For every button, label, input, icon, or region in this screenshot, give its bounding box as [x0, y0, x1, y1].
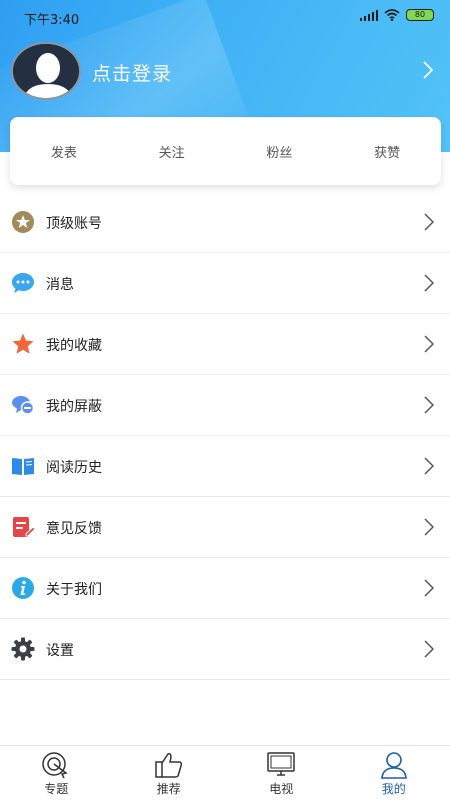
avatar[interactable]	[11, 42, 81, 100]
menu-item-blocked[interactable]: 我的屏蔽	[0, 375, 450, 436]
bottom-tab-bar: 专题 推荐 电视 我的	[0, 745, 450, 800]
menu-item-reading-history[interactable]: 阅读历史	[0, 436, 450, 497]
chevron-right-icon[interactable]	[422, 60, 434, 80]
tv-icon	[267, 752, 295, 776]
chevron-right-icon	[424, 335, 434, 353]
status-icons: 80	[360, 9, 434, 21]
tab-mine[interactable]: 我的	[338, 746, 450, 800]
chevron-right-icon	[424, 396, 434, 414]
menu-item-feedback[interactable]: 意见反馈	[0, 497, 450, 558]
menu-label: 消息	[46, 277, 74, 293]
stat-likes[interactable]: 获赞	[333, 142, 441, 161]
menu-label: 意见反馈	[46, 521, 102, 537]
status-bar: 下午3:40 80	[0, 0, 450, 34]
menu-label: 关于我们	[46, 582, 102, 598]
tab-topics[interactable]: 专题	[0, 746, 113, 800]
block-chat-icon	[12, 396, 35, 415]
menu-label: 设置	[46, 643, 74, 659]
chevron-right-icon	[424, 640, 434, 658]
tab-label: 我的	[381, 782, 406, 796]
menu-item-settings[interactable]: 设置	[0, 619, 450, 680]
status-time: 下午3:40	[24, 13, 80, 28]
menu-item-favorites[interactable]: 我的收藏	[0, 314, 450, 375]
star-badge-icon	[12, 211, 34, 233]
tab-label: 推荐	[156, 782, 181, 796]
stat-posts[interactable]: 发表	[10, 142, 118, 161]
tab-recommend[interactable]: 推荐	[113, 746, 226, 800]
chevron-right-icon	[424, 274, 434, 292]
gear-icon	[11, 637, 35, 661]
person-icon	[380, 752, 407, 779]
chevron-right-icon	[424, 457, 434, 475]
chat-bubble-icon	[12, 273, 34, 293]
login-prompt[interactable]: 点击登录	[92, 59, 172, 86]
menu-label: 阅读历史	[46, 460, 102, 476]
menu-item-about-us[interactable]: 关于我们	[0, 558, 450, 619]
tab-label: 专题	[44, 782, 69, 796]
info-icon	[12, 577, 34, 599]
chevron-right-icon	[424, 518, 434, 536]
menu-label: 我的收藏	[46, 338, 102, 354]
feedback-doc-icon	[13, 517, 35, 537]
tab-tv[interactable]: 电视	[225, 746, 338, 800]
menu-label: 顶级账号	[46, 216, 102, 232]
star-icon	[12, 333, 34, 354]
settings-menu: 顶级账号 消息 我的收藏 我的屏蔽 阅读历史 意见反馈 关于我们 设置	[0, 192, 450, 680]
stat-fans[interactable]: 粉丝	[226, 142, 334, 161]
chevron-right-icon	[424, 579, 434, 597]
thumbs-up-icon	[155, 753, 182, 778]
wifi-icon	[384, 9, 400, 21]
battery-icon: 80	[406, 9, 434, 21]
menu-item-top-account[interactable]: 顶级账号	[0, 192, 450, 253]
menu-item-messages[interactable]: 消息	[0, 253, 450, 314]
target-icon	[42, 752, 68, 779]
open-book-icon	[12, 458, 34, 475]
stats-card: 发表 关注 粉丝 获赞	[10, 117, 441, 185]
menu-label: 我的屏蔽	[46, 399, 102, 415]
tab-label: 电视	[269, 782, 294, 796]
signal-icon	[360, 9, 378, 21]
stat-following[interactable]: 关注	[118, 142, 226, 161]
chevron-right-icon	[424, 213, 434, 231]
